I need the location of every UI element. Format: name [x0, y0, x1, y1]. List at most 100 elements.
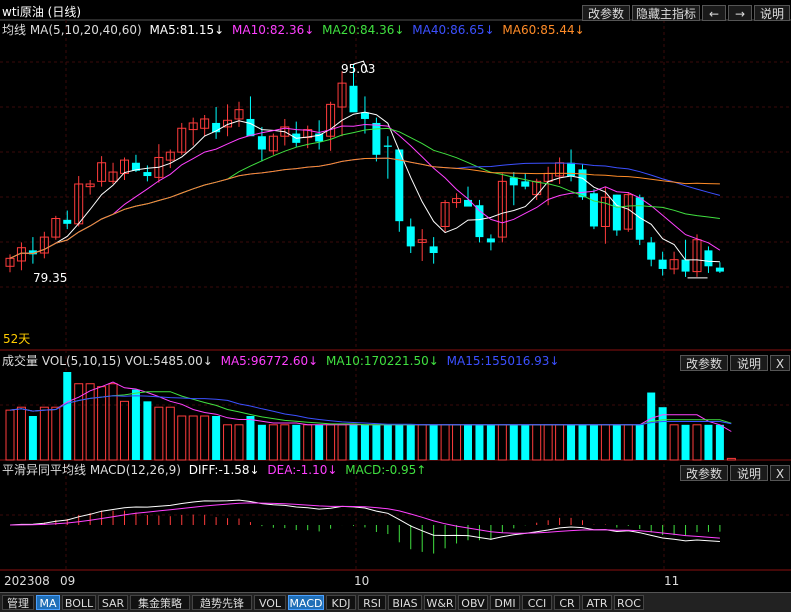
volume-bar — [681, 424, 690, 460]
tab-roc[interactable]: ROC — [614, 595, 644, 610]
volume-bar — [337, 424, 347, 461]
volume-bar — [440, 424, 450, 461]
candle-body — [681, 259, 690, 272]
tab-kdj[interactable]: KDJ — [326, 595, 356, 610]
ma10-line — [9, 123, 721, 259]
volume-bar — [223, 424, 233, 461]
tab-sar[interactable]: SAR — [98, 595, 128, 610]
volume-bar — [39, 406, 49, 461]
candle-body — [383, 145, 392, 147]
vol-ma15-line — [9, 395, 732, 426]
volume-bar — [429, 424, 438, 460]
volume-bar — [234, 424, 244, 461]
volume-bar — [326, 424, 336, 461]
tab-obv[interactable]: OBV — [458, 595, 488, 610]
time-label-09: 09 — [60, 574, 76, 588]
tab-bias[interactable]: BIAS — [388, 595, 422, 610]
tab-trend-pioneer[interactable]: 趋势先锋 — [192, 595, 252, 610]
volume-bar — [543, 424, 553, 461]
vol-ma10-line — [9, 391, 732, 426]
volume-bar — [28, 416, 37, 460]
volume-bar — [315, 424, 324, 460]
candle-body — [315, 133, 324, 142]
volume-bar — [464, 424, 472, 460]
time-label-11: 11 — [664, 574, 680, 588]
volume-bar — [5, 409, 15, 461]
volume-bar — [715, 424, 724, 460]
volume-bar — [303, 424, 313, 461]
diff-value: DIFF:-1.58↓ — [188, 463, 260, 477]
volume-bar — [212, 416, 221, 460]
ma5-line — [9, 111, 720, 263]
volume-bar — [589, 424, 598, 460]
candle-body — [257, 136, 266, 150]
volume-bar — [154, 406, 164, 461]
candle-body — [635, 197, 644, 240]
candle-body — [429, 246, 438, 254]
ma5-value: MA5:81.15↓ — [149, 23, 225, 37]
tab-jijin-strategy[interactable]: 集金策略 — [130, 595, 190, 610]
ma60-value: MA60:85.44↓ — [502, 23, 585, 37]
tab-manage[interactable]: 管理 — [2, 595, 34, 610]
macd-edit-params-button[interactable]: 改参数 — [680, 465, 728, 481]
candle-body — [715, 267, 724, 272]
candle-body — [612, 194, 621, 231]
tab-dmi[interactable]: DMI — [490, 595, 520, 610]
ma-legend-label: 均线 MA(5,10,20,40,60) — [2, 23, 142, 37]
tab-vol[interactable]: VOL — [254, 595, 286, 610]
help-button[interactable]: 说明 — [754, 5, 790, 21]
candle-body — [349, 85, 358, 113]
candle-body — [647, 242, 656, 260]
macd-help-button[interactable]: 说明 — [730, 465, 768, 481]
tab-atr[interactable]: ATR — [582, 595, 612, 610]
arrow-right-icon[interactable]: → — [728, 5, 752, 21]
volume-bar — [246, 416, 255, 460]
volume-bar — [612, 424, 621, 460]
volume-bar — [647, 392, 656, 460]
candle-body — [658, 259, 667, 269]
candle-body — [406, 226, 415, 247]
candle-body — [360, 112, 369, 119]
tab-ma[interactable]: MA — [36, 595, 60, 610]
time-label-10: 10 — [354, 574, 370, 588]
tab-boll[interactable]: BOLL — [62, 595, 96, 610]
volume-bar — [16, 406, 26, 461]
volume-bar — [349, 424, 358, 460]
volume-bar — [143, 401, 152, 460]
tab-rsi[interactable]: RSI — [358, 595, 386, 610]
hide-main-indicator-button[interactable]: 隐藏主指标 — [632, 5, 700, 21]
volume-bar — [200, 415, 210, 461]
vol-legend: 成交量 VOL(5,10,15) VOL:5485.00↓ MA5:96772.… — [2, 353, 559, 369]
volume-bar — [452, 424, 462, 461]
chart-canvas — [0, 19, 791, 571]
volume-bar — [600, 424, 610, 461]
volume-bar — [555, 424, 565, 461]
vol-legend-label: 成交量 VOL(5,10,15) VOL:5485.00↓ — [2, 354, 213, 368]
volume-bar — [509, 424, 518, 460]
candle-body — [63, 219, 72, 224]
vol-edit-params-button[interactable]: 改参数 — [680, 355, 728, 371]
arrow-left-icon[interactable]: ← — [702, 5, 726, 21]
macd-close-icon[interactable]: X — [770, 465, 790, 481]
volume-bar — [726, 457, 736, 461]
vol-help-button[interactable]: 说明 — [730, 355, 768, 371]
tab-cci[interactable]: CCI — [522, 595, 552, 610]
volume-bar — [669, 424, 679, 461]
volume-bar — [578, 424, 587, 460]
volume-bar — [475, 424, 484, 460]
ma40-value: MA40:86.65↓ — [412, 23, 495, 37]
volume-bar — [131, 389, 140, 460]
candle-body — [704, 250, 713, 267]
time-label-202308: 202308 — [4, 574, 50, 588]
tab-wr[interactable]: W&R — [424, 595, 456, 610]
vol-close-icon[interactable]: X — [770, 355, 790, 371]
volume-bar — [692, 424, 702, 461]
edit-params-button[interactable]: 改参数 — [582, 5, 630, 21]
tab-macd[interactable]: MACD — [288, 595, 324, 610]
volume-bar — [360, 424, 369, 460]
window-title: wti原油 (日线) — [2, 5, 82, 19]
vol-ma5-line — [9, 381, 732, 432]
chart-window: wti原油 (日线) 改参数 隐藏主指标 ← → 说明 均线 MA(5,10,2… — [0, 0, 791, 612]
tab-cr[interactable]: CR — [554, 595, 580, 610]
volume-bar — [268, 424, 278, 461]
